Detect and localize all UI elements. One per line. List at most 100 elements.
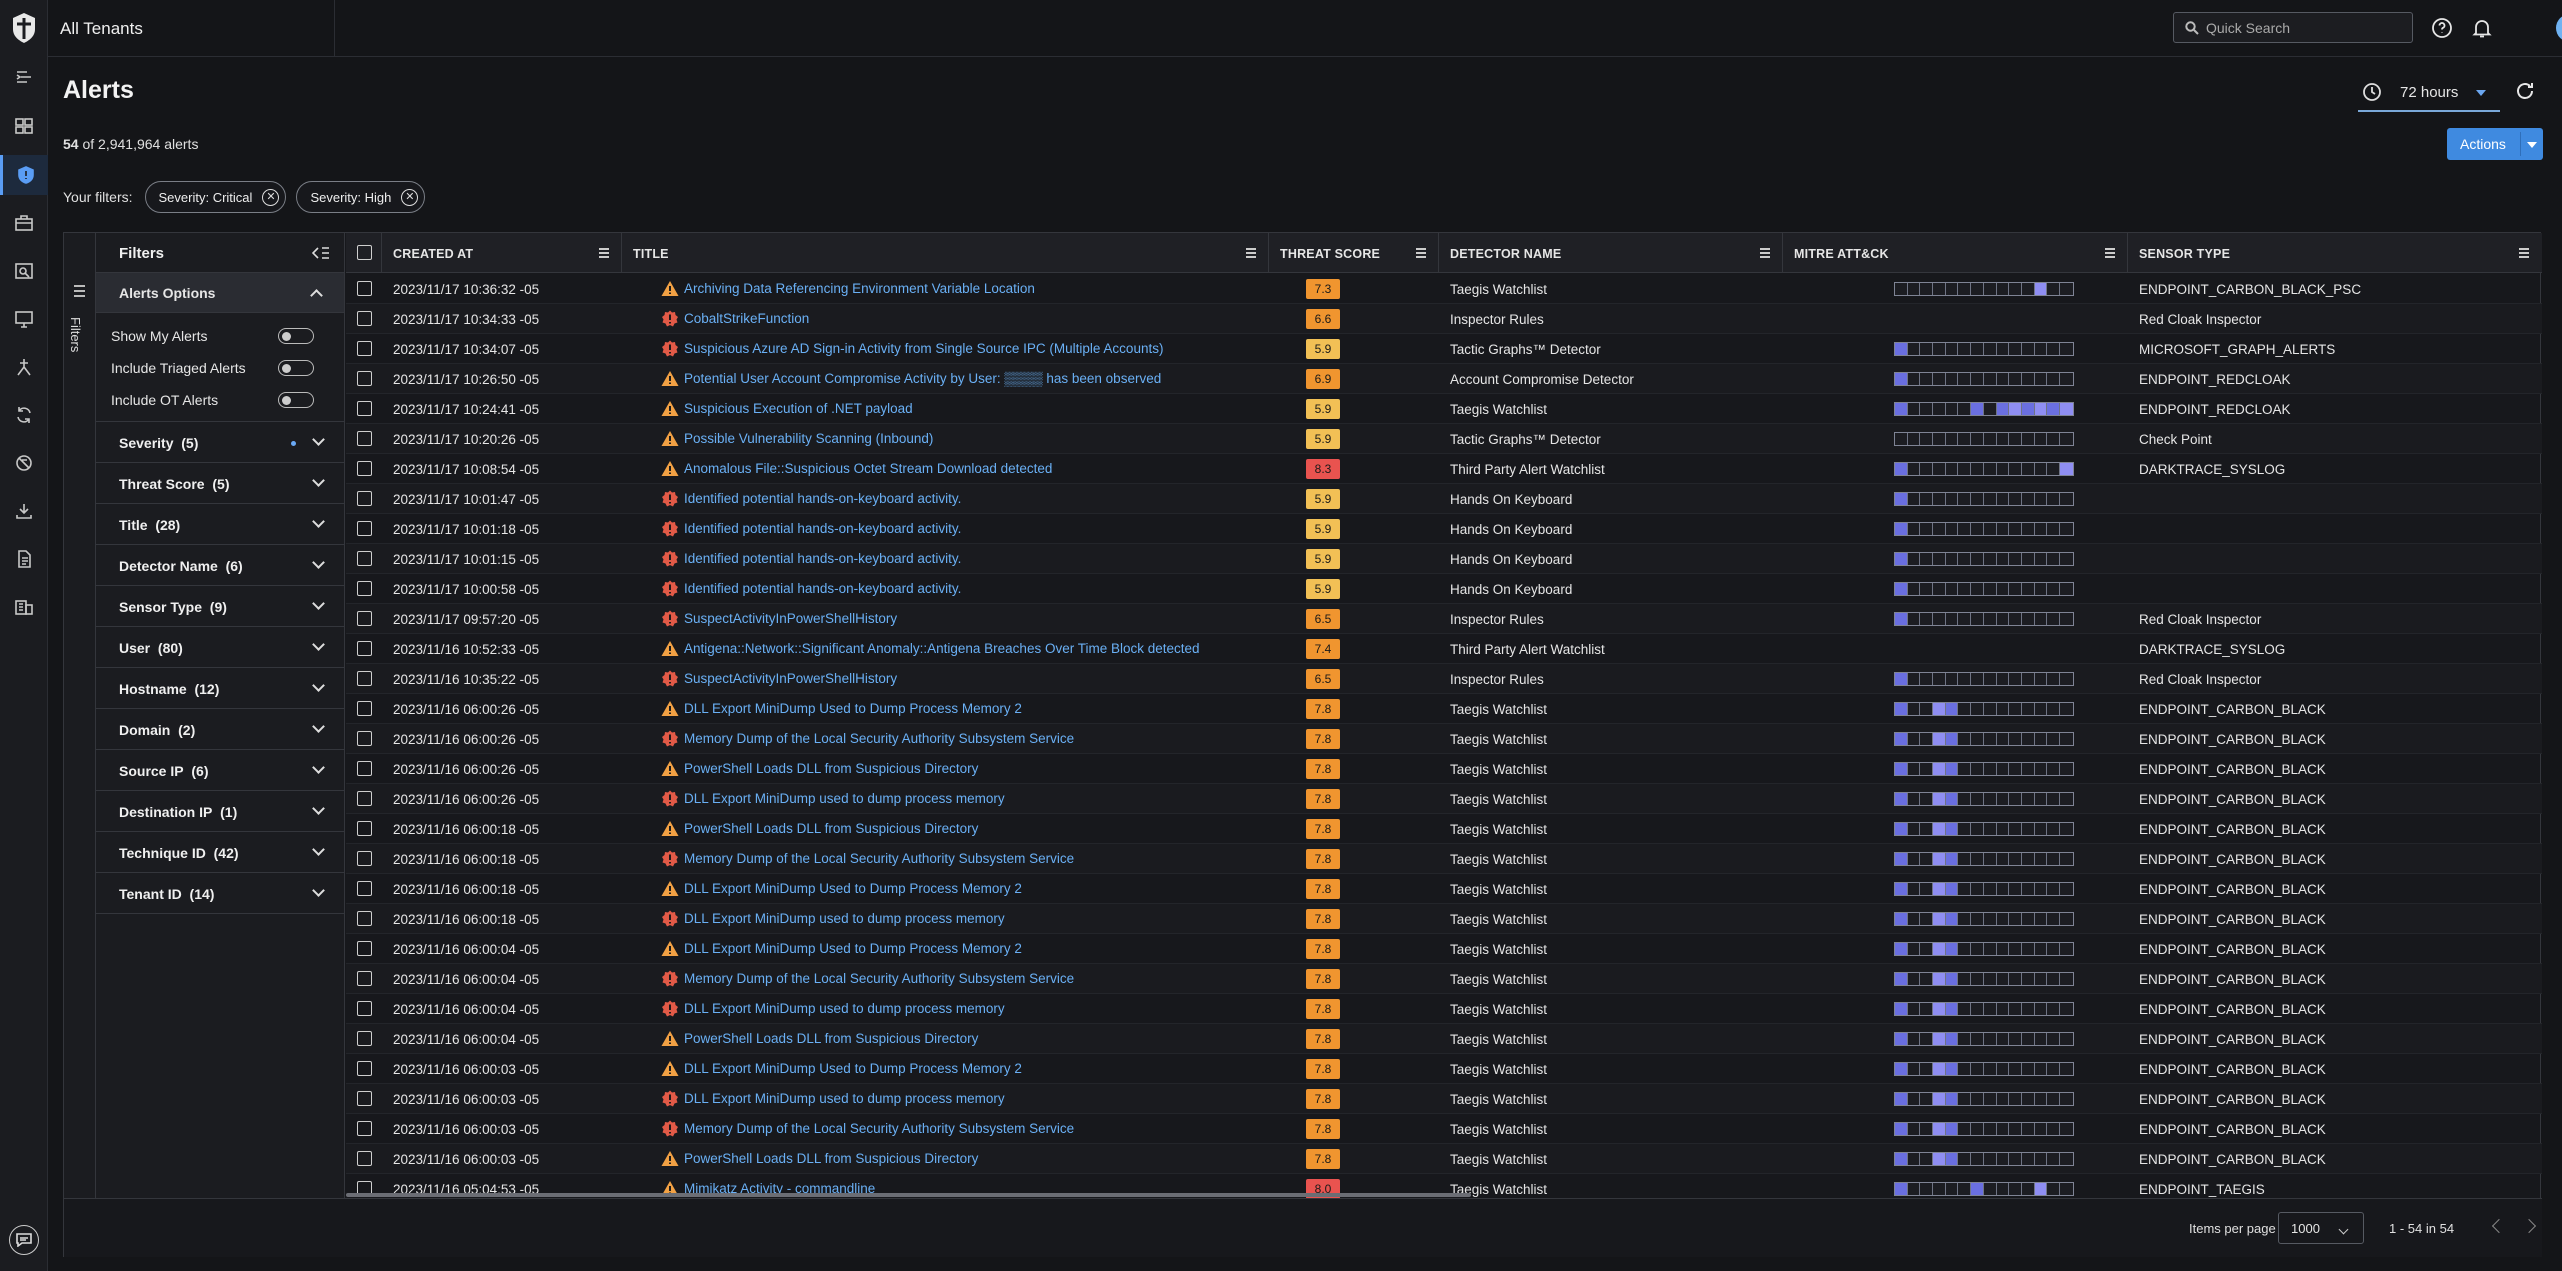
facet-item[interactable]: Technique ID (42) (96, 832, 344, 873)
column-sensor-type[interactable]: SENSOR TYPE (2129, 233, 2541, 273)
alert-title-link[interactable]: DLL Export MiniDump Used to Dump Process… (684, 1061, 1022, 1076)
alert-title-link[interactable]: Memory Dump of the Local Security Author… (684, 731, 1074, 746)
facet-item[interactable]: Destination IP (1) (96, 791, 344, 832)
close-icon[interactable]: ✕ (401, 188, 419, 206)
mitre-attack-matrix[interactable] (1894, 672, 2074, 686)
alert-title-link[interactable]: DLL Export MiniDump used to dump process… (684, 911, 1005, 926)
column-menu-icon[interactable] (2105, 248, 2115, 260)
table-row[interactable]: 2023/11/16 06:00:04 -05 DLL Export MiniD… (346, 934, 2542, 964)
row-checkbox[interactable] (357, 461, 372, 476)
nav-reports[interactable] (0, 539, 48, 579)
table-row[interactable]: 2023/11/16 06:00:26 -05 DLL Export MiniD… (346, 784, 2542, 814)
collapse-panel-icon[interactable] (312, 246, 330, 260)
alert-title-link[interactable]: Identified potential hands-on-keyboard a… (684, 581, 961, 596)
mitre-attack-matrix[interactable] (1894, 852, 2074, 866)
alert-title-link[interactable]: Anomalous File::Suspicious Octet Stream … (684, 461, 1052, 476)
row-checkbox[interactable] (357, 881, 372, 896)
search-input[interactable] (2206, 18, 2406, 38)
alert-title-link[interactable]: DLL Export MiniDump Used to Dump Process… (684, 701, 1022, 716)
mitre-attack-matrix[interactable] (1894, 1062, 2074, 1076)
mitre-attack-matrix[interactable] (1894, 612, 2074, 626)
alert-title-link[interactable]: SuspectActivityInPowerShellHistory (684, 671, 897, 686)
row-checkbox[interactable] (357, 521, 372, 536)
nav-agents[interactable] (0, 347, 48, 387)
alert-title-link[interactable]: Memory Dump of the Local Security Author… (684, 971, 1074, 986)
nav-dashboard[interactable] (0, 106, 48, 146)
mitre-attack-matrix[interactable] (1894, 552, 2074, 566)
toggle-switch[interactable] (278, 328, 314, 344)
nav-downloads[interactable] (0, 491, 48, 531)
mitre-attack-matrix[interactable] (1894, 882, 2074, 896)
alert-title-link[interactable]: Identified potential hands-on-keyboard a… (684, 521, 961, 536)
alert-title-link[interactable]: Antigena::Network::Significant Anomaly::… (684, 641, 1200, 656)
row-checkbox[interactable] (357, 1151, 372, 1166)
toggle-switch[interactable] (278, 360, 314, 376)
table-row[interactable]: 2023/11/16 06:00:03 -05 PowerShell Loads… (346, 1144, 2542, 1174)
row-checkbox[interactable] (357, 281, 372, 296)
help-button[interactable] (2430, 16, 2454, 40)
table-row[interactable]: 2023/11/16 06:00:18 -05 DLL Export MiniD… (346, 904, 2542, 934)
table-row[interactable]: 2023/11/17 10:24:41 -05 Suspicious Execu… (346, 394, 2542, 424)
filter-chip[interactable]: Severity: Critical ✕ (144, 181, 287, 213)
row-checkbox[interactable] (357, 401, 372, 416)
row-checkbox[interactable] (357, 671, 372, 686)
facet-item[interactable]: Title (28) (96, 504, 344, 545)
table-row[interactable]: 2023/11/16 10:35:22 -05 SuspectActivityI… (346, 664, 2542, 694)
table-row[interactable]: 2023/11/16 06:00:03 -05 DLL Export MiniD… (346, 1084, 2542, 1114)
row-checkbox[interactable] (357, 1061, 372, 1076)
alert-title-link[interactable]: DLL Export MiniDump used to dump process… (684, 1001, 1005, 1016)
row-checkbox[interactable] (357, 1091, 372, 1106)
actions-button[interactable]: Actions (2447, 128, 2543, 160)
row-checkbox[interactable] (357, 731, 372, 746)
mitre-attack-matrix[interactable] (1894, 762, 2074, 776)
row-checkbox[interactable] (357, 761, 372, 776)
alert-title-link[interactable]: PowerShell Loads DLL from Suspicious Dir… (684, 821, 978, 836)
nav-investigate[interactable] (0, 251, 48, 291)
mitre-attack-matrix[interactable] (1894, 732, 2074, 746)
facet-item[interactable]: Sensor Type (9) (96, 586, 344, 627)
column-detector-name[interactable]: DETECTOR NAME (1440, 233, 1783, 273)
alert-title-link[interactable]: DLL Export MiniDump Used to Dump Process… (684, 941, 1022, 956)
table-row[interactable]: 2023/11/17 10:26:50 -05 Potential User A… (346, 364, 2542, 394)
row-checkbox[interactable] (357, 1121, 372, 1136)
table-row[interactable]: 2023/11/16 06:00:03 -05 Memory Dump of t… (346, 1114, 2542, 1144)
column-created-at[interactable]: CREATED AT (383, 233, 622, 273)
mitre-attack-matrix[interactable] (1894, 402, 2074, 416)
mitre-attack-matrix[interactable] (1894, 1002, 2074, 1016)
alert-title-link[interactable]: SuspectActivityInPowerShellHistory (684, 611, 897, 626)
table-row[interactable]: 2023/11/16 06:00:03 -05 DLL Export MiniD… (346, 1054, 2542, 1084)
alert-title-link[interactable]: DLL Export MiniDump used to dump process… (684, 1091, 1005, 1106)
facet-item[interactable]: Detector Name (6) (96, 545, 344, 586)
tenant-selector[interactable]: All Tenants (60, 19, 143, 39)
filter-chip[interactable]: Severity: High ✕ (296, 181, 426, 213)
row-checkbox[interactable] (357, 491, 372, 506)
taegis-logo-icon[interactable] (11, 12, 37, 44)
nav-endpoints[interactable] (0, 299, 48, 339)
table-row[interactable]: 2023/11/17 10:01:47 -05 Identified poten… (346, 484, 2542, 514)
row-checkbox[interactable] (357, 911, 372, 926)
alert-title-link[interactable]: Identified potential hands-on-keyboard a… (684, 551, 961, 566)
alert-title-link[interactable]: Possible Vulnerability Scanning (Inbound… (684, 431, 933, 446)
mitre-attack-matrix[interactable] (1894, 972, 2074, 986)
next-page-button[interactable] (2521, 1218, 2537, 1234)
row-checkbox[interactable] (357, 791, 372, 806)
row-checkbox[interactable] (357, 641, 372, 656)
alert-title-link[interactable]: DLL Export MiniDump used to dump process… (684, 791, 1005, 806)
mitre-attack-matrix[interactable] (1894, 342, 2074, 356)
nav-tenants[interactable] (0, 587, 48, 627)
nav-alerts[interactable] (0, 155, 48, 195)
row-checkbox[interactable] (357, 851, 372, 866)
alert-title-link[interactable]: Identified potential hands-on-keyboard a… (684, 491, 961, 506)
facet-item[interactable]: Tenant ID (14) (96, 873, 344, 914)
horizontal-scrollbar[interactable] (346, 1193, 1471, 1197)
row-checkbox[interactable] (357, 1001, 372, 1016)
alert-title-link[interactable]: DLL Export MiniDump Used to Dump Process… (684, 881, 1022, 896)
facet-item[interactable]: Severity (5) (96, 422, 344, 463)
mitre-attack-matrix[interactable] (1894, 702, 2074, 716)
table-row[interactable]: 2023/11/16 10:52:33 -05 Antigena::Networ… (346, 634, 2542, 664)
row-checkbox[interactable] (357, 941, 372, 956)
avatar[interactable]: c (2556, 14, 2562, 42)
table-row[interactable]: 2023/11/16 06:00:26 -05 Memory Dump of t… (346, 724, 2542, 754)
alert-title-link[interactable]: Potential User Account Compromise Activi… (684, 371, 1161, 386)
column-threat-score[interactable]: THREAT SCORE (1270, 233, 1439, 273)
